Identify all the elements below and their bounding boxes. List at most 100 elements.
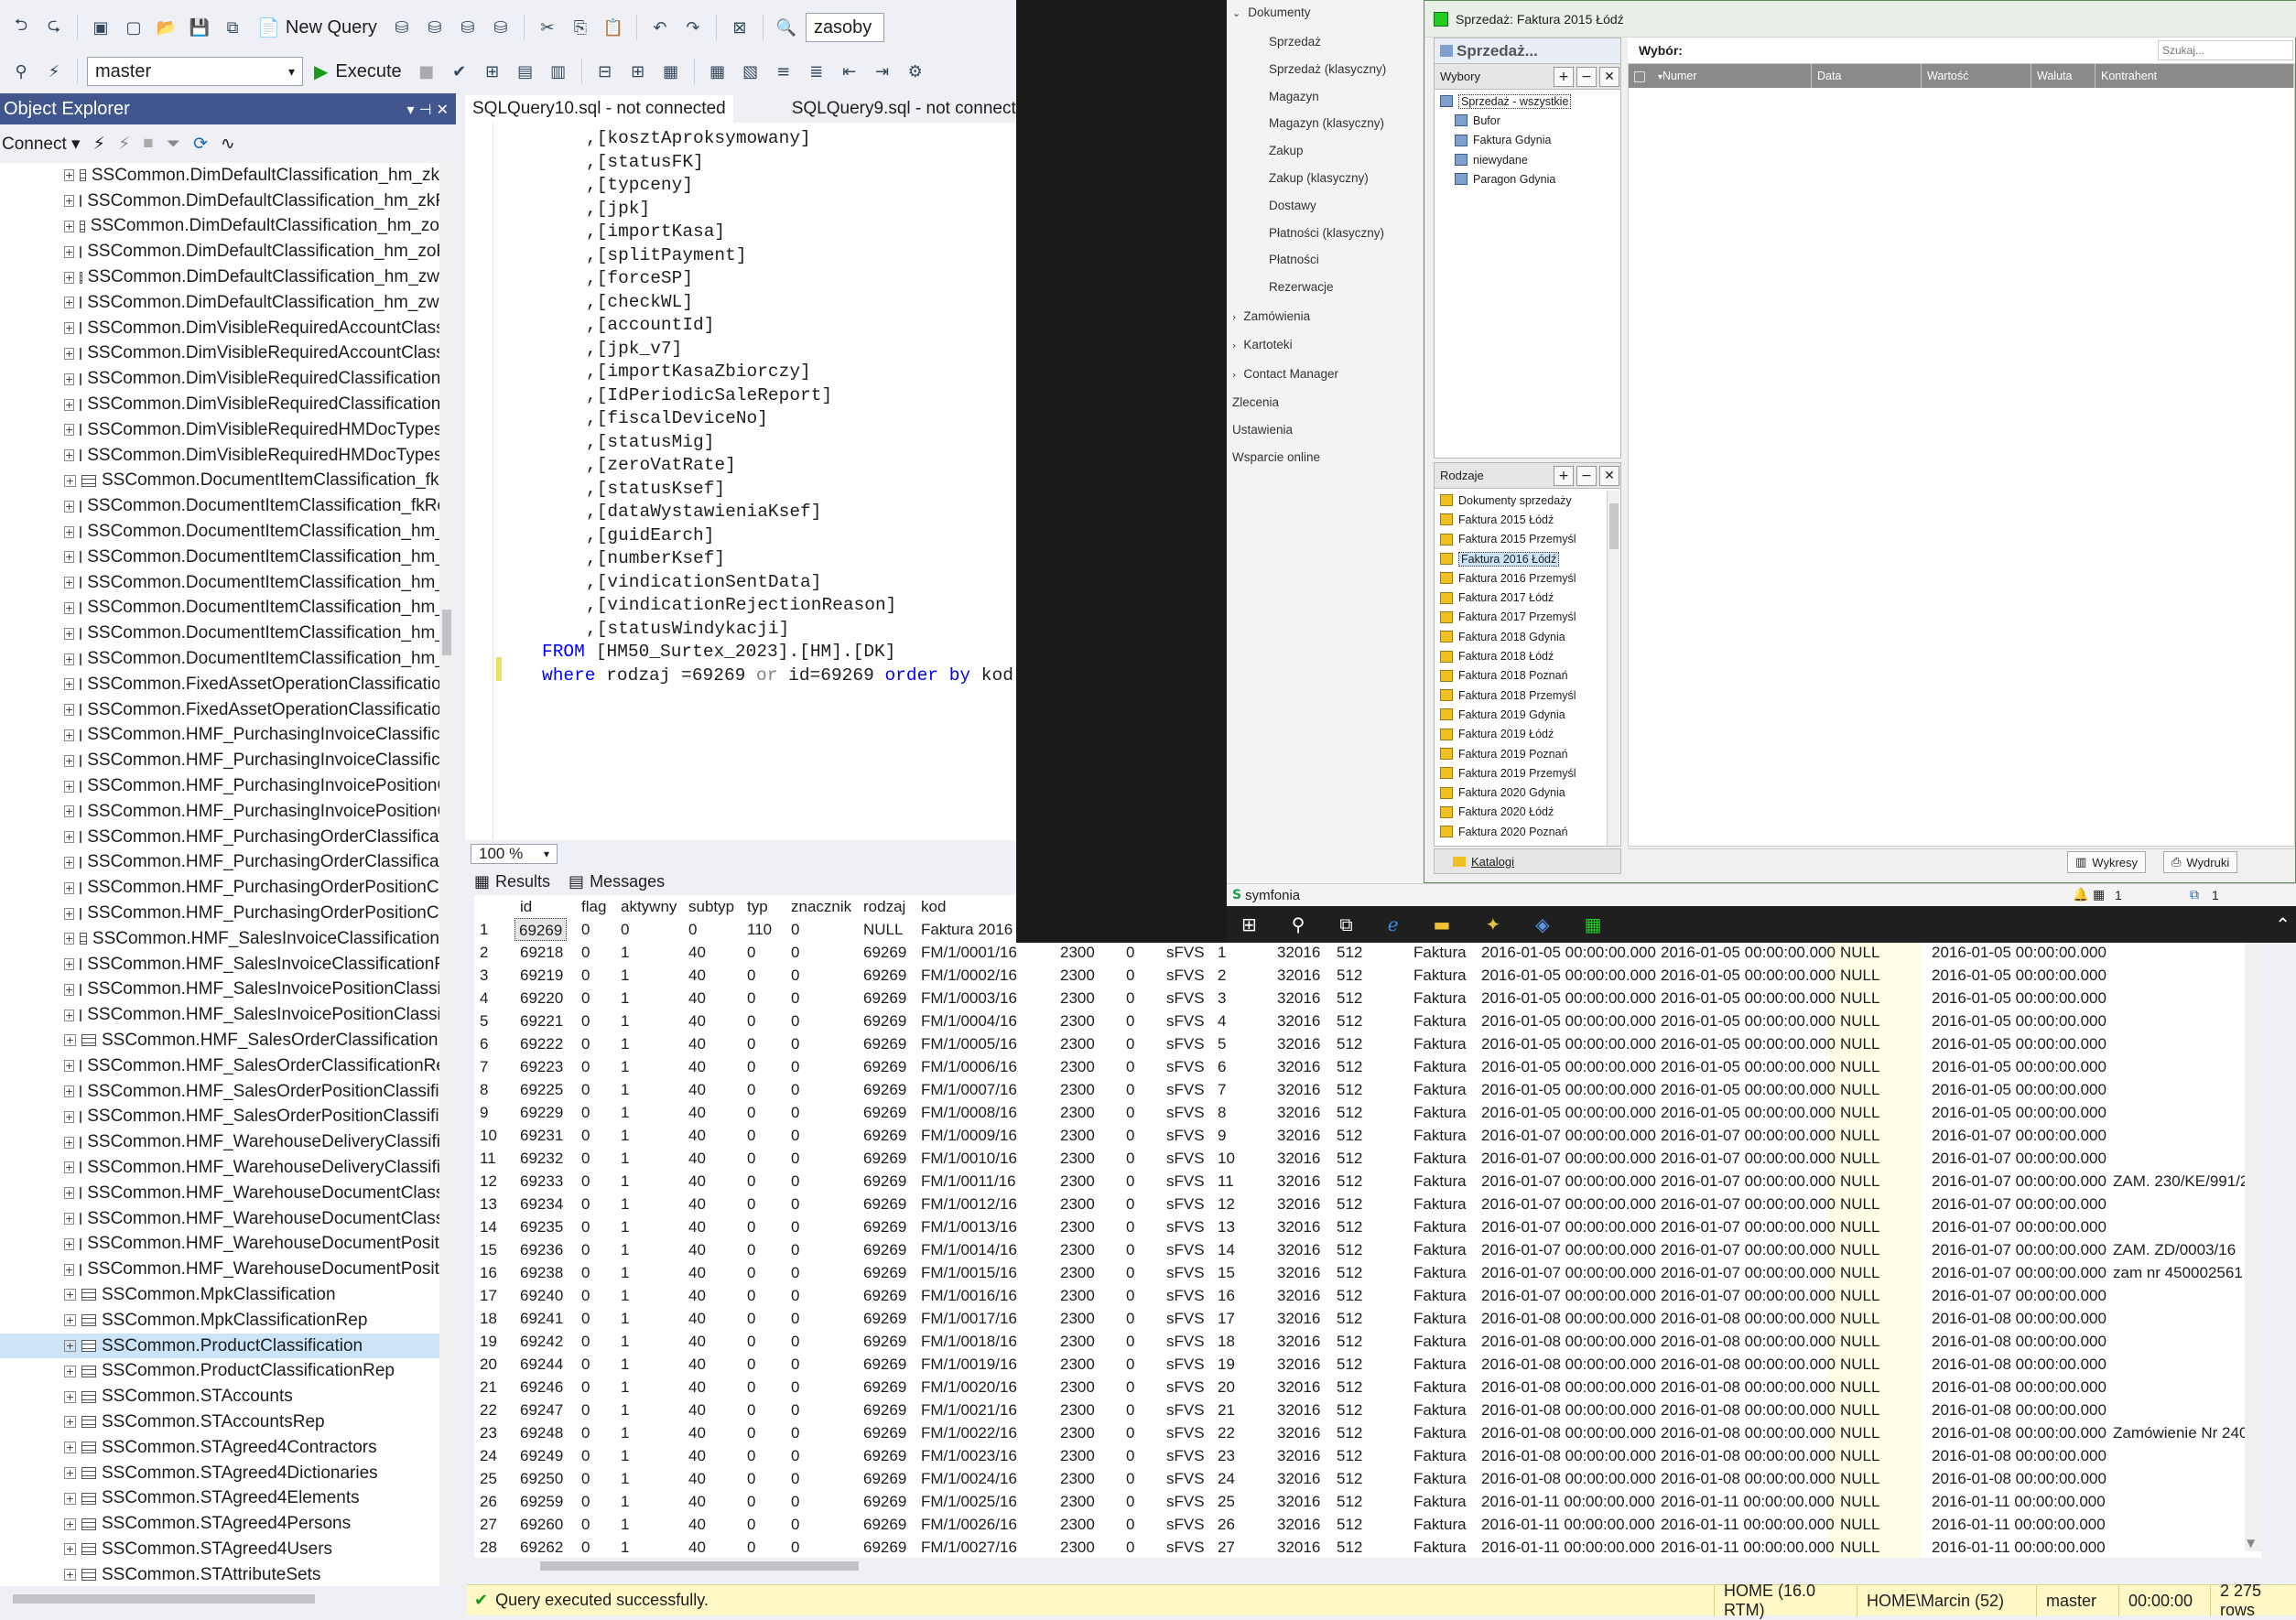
expand-icon[interactable]: + [64, 958, 75, 971]
tree-item[interactable]: + SSCommon.STAgreed4Elements [0, 1485, 439, 1511]
documents-column-header[interactable]: Wartość [1922, 64, 2031, 88]
nav-subitem[interactable]: Płatności (klasyczny) [1269, 226, 1384, 240]
table-row[interactable]: 27 69260 0 1 40 0 0 69269 FM/1/0026/16 2300 0 sFVS 2… [474, 1513, 2261, 1536]
expand-icon[interactable]: + [64, 881, 75, 894]
specify-values-icon[interactable]: ⚙ [902, 58, 929, 85]
table-row[interactable]: 7 69223 0 1 40 0 0 69269 FM/1/0006/16 2300 0 sFVS 6 3… [474, 1055, 2261, 1078]
tree-item[interactable]: + SSCommon.HMF_SalesInvoiceClassification [0, 926, 439, 952]
tab-sqlquery10[interactable]: SQLQuery10.sql - not connected [465, 95, 733, 123]
tree-item[interactable]: + SSCommon.DocumentItemClassification_hm_ [0, 621, 439, 646]
tree-item[interactable]: + SSCommon.HMF_PurchasingInvoiceClassific… [0, 723, 439, 749]
task-view-icon[interactable]: ⧉ [1339, 913, 1352, 935]
expand-icon[interactable]: + [64, 831, 75, 844]
tree-item[interactable]: + SSCommon.STAgreed4Persons [0, 1511, 439, 1537]
tree-item[interactable]: + SSCommon.STAgreed4Users [0, 1537, 439, 1562]
nav-subitem[interactable]: Sprzedaż (klasyczny) [1269, 62, 1386, 76]
expand-icon[interactable]: + [64, 169, 75, 182]
forward-icon[interactable]: ⮎ [40, 14, 68, 41]
tree-item[interactable]: + SSCommon.HMF_WarehouseDocumentClassifi [0, 1181, 439, 1206]
results-to-grid-icon[interactable]: ▦ [704, 58, 731, 85]
tree-item[interactable]: + SSCommon.DimVisibleRequiredAccountClass… [0, 341, 439, 367]
expand-icon[interactable]: + [64, 983, 75, 996]
rodzaje-item[interactable]: Faktura 2020 Poznań [1440, 822, 1568, 841]
expand-icon[interactable]: + [64, 729, 75, 741]
table-row[interactable]: 14 69235 0 1 40 0 0 69269 FM/1/0013/16 2300 0 sFVS 1… [474, 1215, 2261, 1238]
rodzaje-item[interactable]: Faktura 2020 Gdynia [1440, 783, 1565, 803]
client-stats-icon[interactable]: ▦ [657, 58, 685, 85]
expand-icon[interactable]: + [64, 780, 75, 793]
include-plan-icon[interactable]: ⊟ [591, 58, 619, 85]
refresh-icon[interactable]: ⟳ [193, 134, 208, 154]
disconnect-icon[interactable]: ⚡ [118, 134, 130, 154]
column-header[interactable]: flag [581, 895, 606, 918]
documents-column-header[interactable]: Data [1812, 64, 1922, 88]
nav-group[interactable]: › Contact Manager [1232, 367, 1338, 381]
tree-item[interactable]: + SSCommon.DocumentItemClassification_hm_ [0, 545, 439, 570]
tree-item[interactable]: + SSCommon.DimDefaultClassification_hm_zw… [0, 290, 439, 316]
tree-item[interactable]: + SSCommon.STAgreed4Contractors [0, 1435, 439, 1461]
tree-item[interactable]: + SSCommon.DimVisibleRequiredHMDocTypes [0, 417, 439, 443]
expand-icon[interactable]: + [64, 449, 75, 462]
expand-icon[interactable]: + [64, 195, 75, 208]
xmla-query-icon[interactable]: ⛁ [454, 14, 482, 41]
search-icon[interactable]: ⚲ [1292, 913, 1305, 935]
tree-item[interactable]: + SSCommon.DocumentItemClassification_fk [0, 469, 439, 494]
expand-icon[interactable]: + [64, 1034, 76, 1047]
add-icon[interactable]: + [1554, 466, 1574, 486]
nav-item[interactable]: Wsparcie online [1232, 450, 1320, 464]
katalogi-tab[interactable]: Katalogi [1434, 848, 1621, 874]
table-row[interactable]: 22 69247 0 1 40 0 0 69269 FM/1/0021/16 2300 0 sFVS 2… [474, 1399, 2261, 1421]
zoom-combo[interactable]: 100 % ▾ [471, 844, 558, 864]
table-row[interactable]: 19 69242 0 1 40 0 0 69269 FM/1/0018/16 2300 0 sFVS 1… [474, 1330, 2261, 1353]
documents-column-header[interactable]: ▾Numer [1629, 64, 1812, 88]
company-icon[interactable]: ▦ [2093, 888, 2105, 902]
pane-controls[interactable]: ▾ ⊣ ✕ [406, 101, 449, 118]
wybory-item[interactable]: niewydane [1455, 150, 1528, 169]
grid-hscroll-thumb[interactable] [540, 1561, 859, 1571]
tree-item[interactable]: + SSCommon.HMF_WarehouseDocumentClassifi [0, 1206, 439, 1232]
expand-icon[interactable]: + [64, 1569, 76, 1582]
nav-subitem[interactable]: Dostawy [1269, 199, 1316, 212]
tab-sqlquery9[interactable]: SQLQuery9.sql - not connected* [785, 95, 1050, 123]
database-combo[interactable]: master ▾ [87, 57, 303, 86]
expand-icon[interactable]: + [64, 1060, 75, 1073]
table-row[interactable]: 5 69221 0 1 40 0 0 69269 FM/1/0004/16 2300 0 sFVS 4 3… [474, 1010, 2261, 1032]
expand-icon[interactable]: + [64, 398, 75, 411]
connect-button[interactable]: Connect ▾ [2, 134, 81, 155]
save-all-icon[interactable]: ⧉ [219, 14, 246, 41]
expand-icon[interactable]: + [64, 347, 75, 360]
wykresy-button[interactable]: ▥ Wykresy [2067, 851, 2147, 873]
tree-item[interactable]: + SSCommon.DimDefaultClassification_hm_zk… [0, 189, 439, 214]
expand-icon[interactable]: + [64, 933, 75, 945]
scroll-down-icon[interactable]: ▼ [2247, 1537, 2255, 1550]
expand-icon[interactable]: + [64, 1314, 76, 1327]
rodzaje-item[interactable]: Faktura 2016 Łódź [1440, 549, 1560, 568]
tree-item[interactable]: + SSCommon.DocumentItemClassification_hm_ [0, 570, 439, 596]
rodzaje-item[interactable]: Faktura 2019 Gdynia [1440, 705, 1565, 724]
nav-dokumenty[interactable]: ⌄ Dokumenty [1232, 5, 1311, 19]
grid-scrollbar[interactable]: ▼ [2245, 920, 2261, 1551]
rodzaje-item[interactable]: Faktura 2018 Łódź [1440, 646, 1554, 665]
expand-icon[interactable]: + [64, 1237, 75, 1250]
column-header[interactable]: kod [921, 895, 946, 918]
nav-group[interactable]: › Zamówienia [1232, 309, 1310, 323]
nav-subitem[interactable]: Zakup (klasyczny) [1269, 171, 1369, 185]
tree-item[interactable]: + SSCommon.DimVisibleRequiredHMDocTypes [0, 443, 439, 469]
column-header[interactable]: aktywny [621, 895, 677, 918]
tree-item[interactable]: + SSCommon.DimDefaultClassification_hm_zo… [0, 239, 439, 265]
results-to-file-icon[interactable]: ▧ [737, 58, 764, 85]
tree-item[interactable]: + SSCommon.FixedAssetOperationClassificat… [0, 697, 439, 723]
stop-icon[interactable]: ■ [143, 134, 153, 154]
column-header[interactable]: subtyp [688, 895, 734, 918]
expand-icon[interactable]: + [64, 474, 76, 487]
expand-icon[interactable]: + [64, 1213, 75, 1226]
table-row[interactable]: 21 69246 0 1 40 0 0 69269 FM/1/0020/16 2300 0 sFVS 2… [474, 1376, 2261, 1399]
rodzaje-item[interactable]: Faktura 2018 Przemyśl [1440, 686, 1576, 705]
rodzaje-item[interactable]: Faktura 2019 Poznań [1440, 744, 1568, 763]
table-row[interactable]: 12 69233 0 1 40 0 0 69269 FM/1/0011/16 2300 0 sFVS 1… [474, 1170, 2261, 1193]
rodzaje-item[interactable]: Faktura 2018 Gdynia [1440, 627, 1565, 646]
expand-icon[interactable]: + [64, 601, 75, 614]
add-item-icon[interactable]: ▢ [120, 14, 147, 41]
cut-icon[interactable]: ✂ [534, 14, 561, 41]
connect-plug-icon[interactable]: ⚡ [93, 134, 105, 154]
